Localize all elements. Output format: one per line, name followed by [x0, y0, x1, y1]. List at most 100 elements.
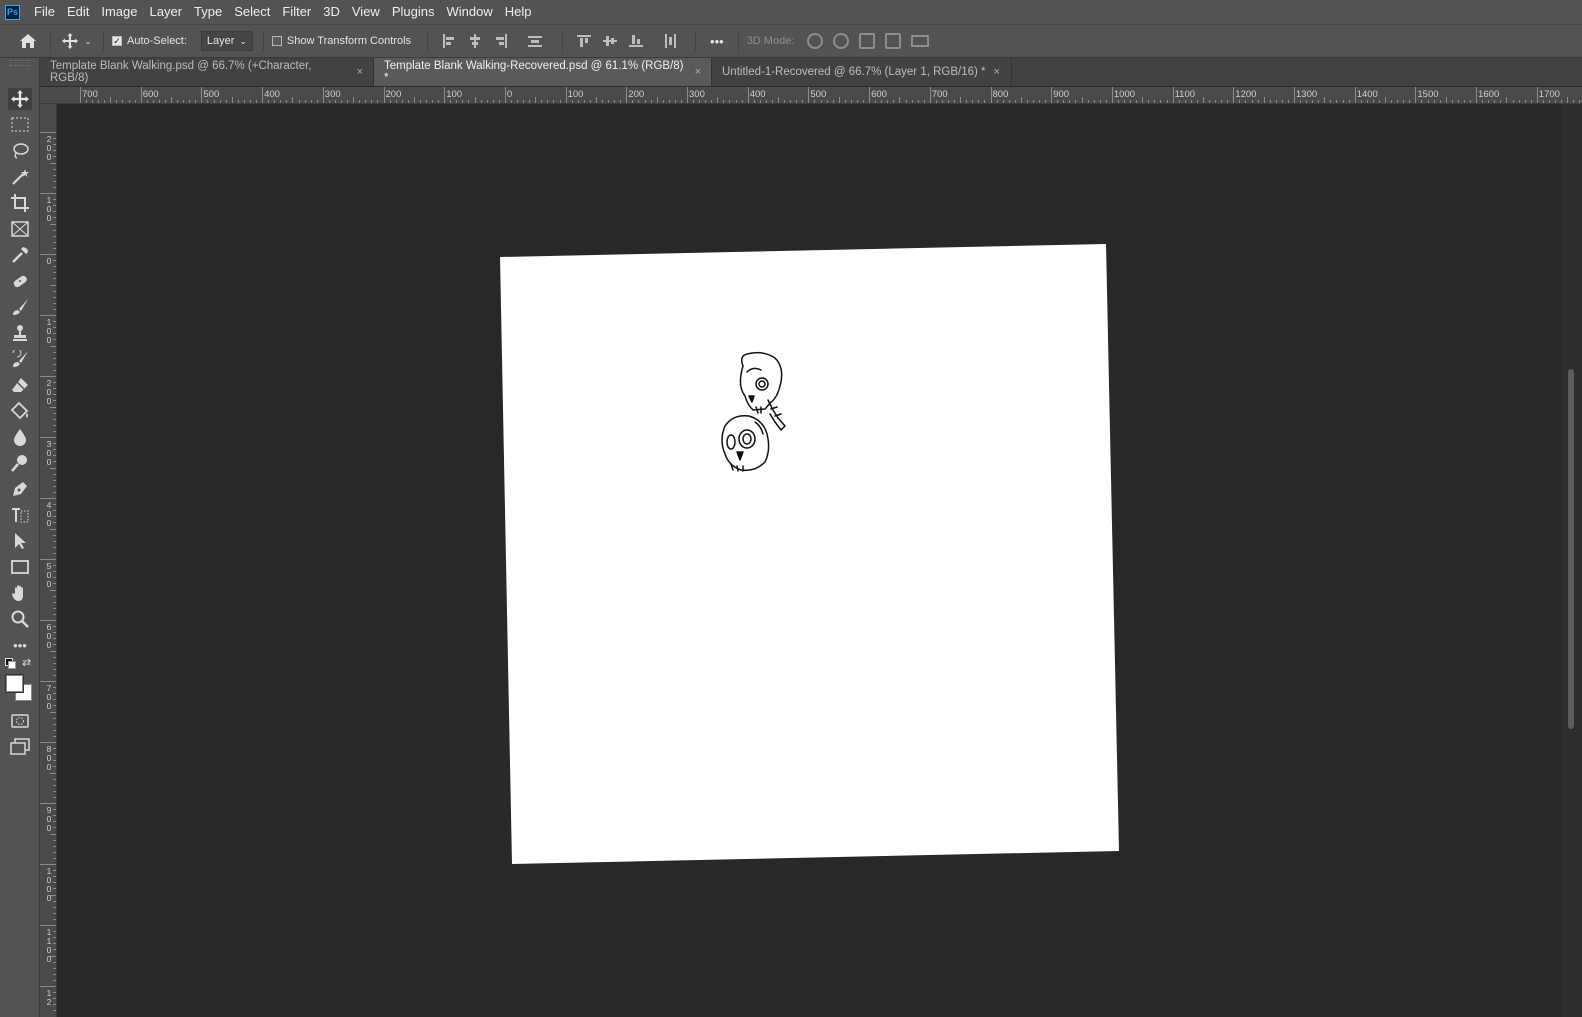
chevron-down-icon[interactable]: ⌄: [81, 36, 95, 47]
align-vertical-center-icon[interactable]: [603, 34, 618, 48]
pen-tool-icon[interactable]: [8, 478, 32, 500]
menu-view[interactable]: View: [346, 0, 386, 24]
crop-tool-icon[interactable]: [8, 192, 32, 214]
frame-tool-icon[interactable]: [8, 218, 32, 240]
eraser-tool-icon[interactable]: [8, 374, 32, 396]
zoom-tool-icon[interactable]: [8, 608, 32, 630]
align-bottom-icon[interactable]: [629, 34, 644, 48]
close-icon[interactable]: ×: [994, 66, 1000, 78]
magic-wand-tool-icon[interactable]: [8, 166, 32, 188]
type-tool-icon[interactable]: [8, 504, 32, 526]
menu-select[interactable]: Select: [228, 0, 276, 24]
hand-tool-icon[interactable]: [8, 582, 32, 604]
dodge-tool-icon[interactable]: [8, 452, 32, 474]
menu-image[interactable]: Image: [95, 0, 143, 24]
eyedropper-tool-icon[interactable]: [8, 244, 32, 266]
distribute-vertical-icon[interactable]: [663, 34, 677, 48]
menu-3d[interactable]: 3D: [317, 0, 346, 24]
quick-mask-icon[interactable]: [8, 710, 32, 732]
ruler-tick: [40, 193, 56, 194]
close-icon[interactable]: ×: [695, 66, 701, 78]
close-icon[interactable]: ×: [357, 66, 363, 78]
default-colors-icon[interactable]: [5, 658, 16, 669]
align-right-icon[interactable]: [494, 34, 508, 48]
horizontal-ruler[interactable]: 700 600 500 400 300 200 100 0 100 200 300 400 500 600…: [40, 87, 1582, 104]
3d-orbit-icon[interactable]: [807, 33, 824, 49]
ruler-minor-tick: [1306, 100, 1308, 103]
menu-help[interactable]: Help: [499, 0, 538, 24]
menu-file[interactable]: File: [28, 0, 61, 24]
menu-edit[interactable]: Edit: [61, 0, 95, 24]
ruler-label: 1 0 0 0: [46, 866, 52, 903]
ruler-minor-tick: [219, 100, 221, 103]
menu-plugins[interactable]: Plugins: [386, 0, 441, 24]
3d-slide-icon[interactable]: [885, 33, 902, 49]
menu-layer[interactable]: Layer: [144, 0, 189, 24]
ruler-minor-tick: [53, 699, 56, 701]
3d-scale-icon[interactable]: [911, 35, 930, 47]
ruler-minor-tick: [53, 455, 56, 457]
ruler-minor-tick: [589, 100, 591, 103]
show-transform-checkbox[interactable]: [271, 36, 282, 46]
ruler-minor-tick: [53, 937, 56, 939]
history-brush-tool-icon[interactable]: [8, 348, 32, 370]
align-horizontal-center-icon[interactable]: [468, 34, 482, 48]
rotated-document-page[interactable]: [500, 244, 1119, 864]
path-selection-tool-icon[interactable]: [8, 530, 32, 552]
menu-filter[interactable]: Filter: [276, 0, 317, 24]
menu-window[interactable]: Window: [440, 0, 498, 24]
ruler-minor-tick: [1403, 100, 1405, 103]
align-left-icon[interactable]: [442, 34, 456, 48]
ruler-tick: [322, 87, 324, 103]
ruler-label: 7 0 0: [46, 683, 52, 711]
ruler-minor-tick: [468, 100, 470, 103]
ruler-minor-tick: [53, 973, 56, 975]
swap-colors-icon[interactable]: ⇄: [22, 656, 31, 669]
ruler-minor-tick: [1099, 100, 1101, 103]
vertical-ruler[interactable]: 2 0 0 1 0 0 0 1 0 0 2 0 0 3 0 0 4 0 0 5 0 0 6 0 …: [40, 104, 57, 1017]
menu-type[interactable]: Type: [188, 0, 228, 24]
canvas-workspace[interactable]: [57, 104, 1562, 1017]
healing-brush-tool-icon[interactable]: [8, 270, 32, 292]
tab-template-blank-walking[interactable]: Template Blank Walking.psd @ 66.7% (+Cha…: [40, 58, 374, 86]
3d-roll-icon[interactable]: [833, 33, 850, 49]
distribute-horizontal-icon[interactable]: [528, 34, 543, 48]
auto-select-checkbox[interactable]: ✓: [112, 36, 122, 46]
tab-untitled-1-recovered[interactable]: Untitled-1-Recovered @ 66.7% (Layer 1, R…: [712, 58, 1012, 86]
screen-mode-icon[interactable]: [8, 736, 32, 758]
lasso-tool-icon[interactable]: [8, 140, 32, 162]
paint-bucket-tool-icon[interactable]: [8, 400, 32, 422]
vertical-scrollbar[interactable]: [1562, 104, 1582, 1017]
ruler-minor-tick: [948, 100, 949, 103]
move-tool-preset-icon[interactable]: [59, 33, 81, 49]
menu-items: File Edit Image Layer Type Select Filter 3D View…: [28, 0, 537, 24]
rectangular-marquee-tool-icon[interactable]: [8, 114, 32, 136]
brush-tool-icon[interactable]: [8, 296, 32, 318]
photoshop-logo[interactable]: Ps: [5, 4, 20, 20]
ruler-minor-tick: [820, 100, 822, 103]
ruler-minor-tick: [620, 100, 622, 103]
move-tool-icon[interactable]: [8, 88, 32, 110]
ruler-minor-tick: [1470, 100, 1472, 103]
edit-toolbar-button[interactable]: •••: [8, 634, 32, 656]
ruler-minor-tick: [104, 100, 106, 103]
home-icon[interactable]: [18, 33, 38, 49]
foreground-color-swatch[interactable]: [5, 674, 24, 693]
auto-select-target-dropdown[interactable]: Layer ⌄: [200, 31, 253, 51]
ruler-minor-tick: [177, 100, 179, 103]
tab-template-blank-walking-recovered[interactable]: Template Blank Walking-Recovered.psd @ 6…: [374, 58, 712, 86]
scrollbar-thumb[interactable]: [1568, 369, 1574, 729]
ruler-minor-tick: [50, 650, 56, 652]
more-options-button[interactable]: •••: [710, 34, 724, 49]
align-top-icon[interactable]: [577, 34, 592, 48]
rectangle-tool-icon[interactable]: [8, 556, 32, 578]
ruler-tick: [40, 498, 56, 499]
blur-tool-icon[interactable]: [8, 426, 32, 448]
ruler-minor-tick: [53, 931, 56, 933]
ruler-minor-tick: [1275, 100, 1277, 103]
ruler-minor-tick: [1451, 100, 1453, 103]
clone-stamp-tool-icon[interactable]: [8, 322, 32, 344]
3d-pan-icon[interactable]: [859, 33, 876, 49]
document-canvas[interactable]: [57, 104, 1562, 1017]
panel-grip[interactable]: [10, 60, 30, 66]
